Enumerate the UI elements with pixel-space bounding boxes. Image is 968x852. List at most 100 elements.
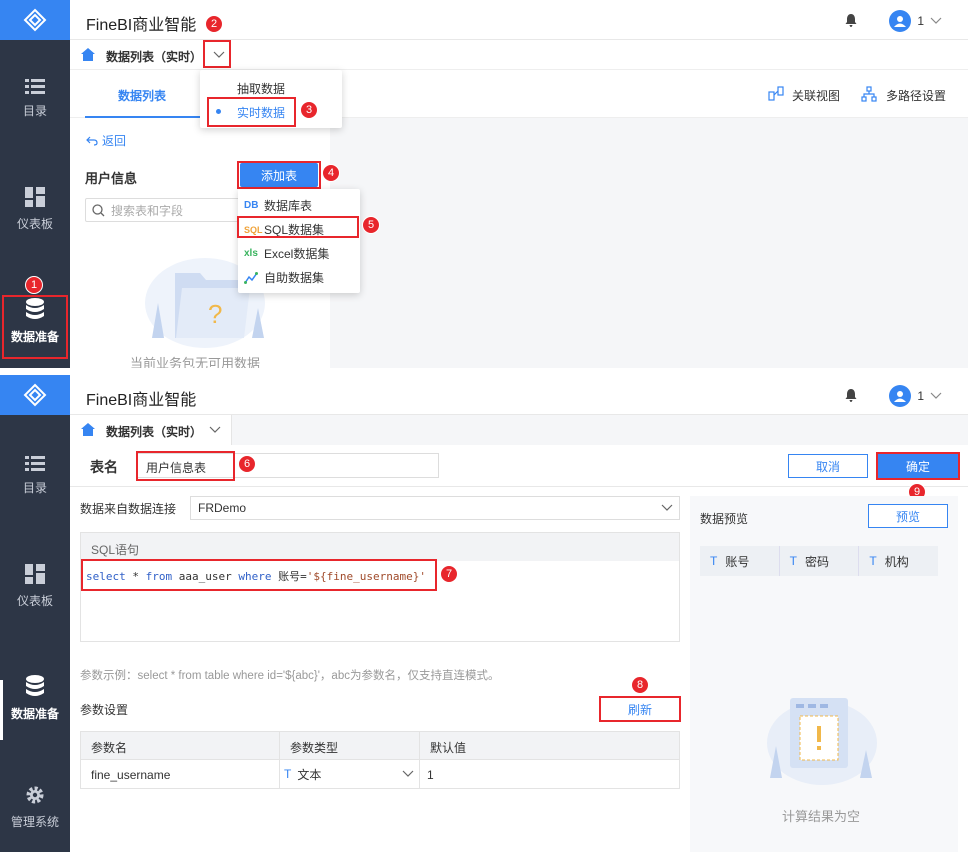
sidebar-label: 仪表板 (16, 217, 53, 231)
bell-icon[interactable] (844, 388, 858, 402)
column-divider (279, 732, 280, 788)
sidebar-item-dashboard[interactable]: 仪表板 (0, 564, 70, 609)
tab-underline (85, 116, 200, 118)
user-name: 1 (917, 389, 924, 403)
sidebar-label: 仪表板 (16, 594, 53, 608)
dashboard-icon (25, 564, 45, 584)
sidebar-item-admin[interactable]: 管理系统 (0, 785, 70, 830)
preview-table-header: T 账号 T 密码 T 机构 (700, 546, 938, 576)
back-link[interactable]: 返回 (86, 132, 126, 149)
step-badge: 7 (440, 565, 458, 583)
column-header: T 机构 (859, 546, 938, 576)
related-view-button[interactable]: 关联视图 (792, 87, 840, 104)
column-divider (419, 732, 420, 788)
highlight-box (81, 559, 437, 591)
param-type-select[interactable]: T 文本 (284, 764, 414, 784)
sidebar-item-dashboard[interactable]: 仪表板 (0, 187, 70, 232)
app-title: FineBI商业智能 (86, 392, 197, 409)
step-badge: 4 (322, 164, 340, 182)
group-title: 用户信息 (85, 171, 138, 186)
back-label: 返回 (102, 134, 127, 148)
table-name-label: 表名 (90, 459, 118, 475)
sidebar-label: 目录 (22, 104, 47, 118)
mode-dropdown-toggle[interactable] (201, 416, 229, 444)
list-icon (25, 456, 45, 471)
param-name-cell: fine_username (91, 768, 171, 782)
menu-item-self-service[interactable]: 自助数据集 (244, 269, 324, 286)
connection-label: 数据来自数据连接 (80, 502, 177, 516)
menu-item-label: 数据库表 (264, 199, 313, 213)
connection-value: FRDemo (198, 501, 247, 515)
menu-item-db-table[interactable]: DB 数据库表 (244, 197, 312, 214)
sidebar-label: 目录 (22, 481, 47, 495)
sidebar-item-catalog[interactable]: 目录 (0, 78, 70, 119)
preview-title: 数据预览 (700, 512, 749, 526)
excel-icon: xls (244, 248, 258, 259)
highlight-box (203, 40, 231, 68)
user-menu[interactable]: 1 (889, 385, 942, 407)
step-badge: 3 (300, 101, 318, 119)
user-icon (894, 16, 907, 27)
text-type-icon: T (789, 554, 798, 568)
column-header: 默认值 (430, 741, 467, 755)
menu-item-excel[interactable]: xls Excel数据集 (244, 245, 329, 262)
empty-result-text: 计算结果为空 (782, 809, 861, 824)
param-table-header: 参数名 参数类型 默认值 (81, 732, 679, 760)
logo (0, 0, 70, 40)
avatar (889, 10, 912, 32)
preview-button[interactable]: 预览 (868, 504, 948, 528)
highlight-box (2, 295, 68, 359)
param-default-cell[interactable]: 1 (427, 768, 434, 782)
mode-menu-item-extract[interactable]: 抽取数据 (237, 80, 285, 97)
sidebar (0, 375, 70, 852)
table-row: fine_username T 文本 1 (81, 760, 679, 788)
step-badge: 1 (25, 276, 43, 294)
home-icon (81, 48, 95, 61)
gear-icon (26, 786, 44, 804)
chevron-down-icon (209, 426, 221, 433)
empty-result-illustration (767, 698, 877, 785)
subheader-label: 数据列表（实时） (106, 425, 203, 439)
cancel-button[interactable]: 取消 (788, 454, 868, 478)
connection-select[interactable]: FRDemo (190, 496, 680, 520)
step-badge: 8 (631, 676, 649, 694)
list-icon (25, 79, 45, 94)
subheader-label: 数据列表（实时） (106, 50, 203, 64)
column-header: 参数名 (91, 741, 128, 755)
menu-item-label: 自助数据集 (264, 271, 325, 285)
multipath-button[interactable]: 多路径设置 (886, 87, 946, 104)
column-header-label: 账号 (725, 554, 750, 569)
step-badge: 6 (238, 455, 256, 473)
search-icon (92, 203, 105, 216)
chevron-down-icon (930, 17, 942, 24)
search-placeholder: 搜索表和字段 (111, 203, 184, 218)
highlight-box (237, 216, 359, 238)
search-input[interactable]: 搜索表和字段 (85, 198, 240, 222)
param-settings-title: 参数设置 (80, 703, 129, 717)
user-icon (894, 391, 907, 402)
column-header-label: 机构 (884, 554, 909, 569)
param-hint: 参数示例：select * from table where id='${abc… (80, 670, 500, 682)
self-service-icon (244, 271, 258, 284)
sidebar-item-data-prep[interactable]: 数据准备 (0, 675, 70, 722)
back-icon (86, 136, 98, 146)
highlight-box (237, 161, 321, 189)
highlight-box (599, 696, 681, 722)
bell-icon[interactable] (844, 13, 858, 27)
highlight-box (876, 452, 960, 480)
text-type-icon: T (284, 767, 292, 781)
user-name: 1 (917, 14, 924, 28)
text-type-icon: T (710, 554, 718, 568)
sidebar-label: 管理系统 (10, 815, 59, 829)
user-menu[interactable]: 1 (889, 10, 942, 32)
column-header: T 账号 (700, 546, 780, 576)
sidebar-item-catalog[interactable]: 目录 (0, 455, 70, 496)
avatar (889, 385, 912, 407)
logo (0, 375, 70, 415)
tab-data-list[interactable]: 数据列表 (118, 87, 166, 104)
top-bar: FineBI商业智能 1 (70, 375, 968, 415)
home-icon (81, 423, 95, 436)
svg-text:?: ? (208, 299, 222, 329)
app-title: FineBI商业智能 (86, 17, 197, 34)
param-table: 参数名 参数类型 默认值 fine_username T 文本 1 (80, 731, 680, 789)
